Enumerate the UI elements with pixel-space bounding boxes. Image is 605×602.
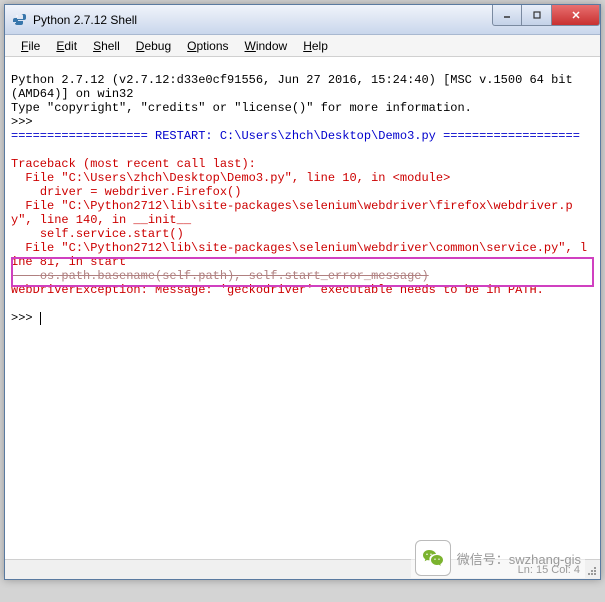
traceback-line: self.service.start() (11, 227, 594, 241)
maximize-button[interactable] (522, 5, 552, 26)
prompt-line: >>> (11, 311, 594, 325)
restart-line: =================== RESTART: C:\Users\zh… (11, 129, 594, 143)
python-icon (11, 12, 27, 28)
menubar: File Edit Shell Debug Options Window Hel… (5, 35, 600, 57)
banner-line: Type "copyright", "credits" or "license(… (11, 101, 594, 115)
minimize-button[interactable] (492, 5, 522, 26)
menu-file[interactable]: File (13, 37, 48, 55)
traceback-line: driver = webdriver.Firefox() (11, 185, 594, 199)
window-controls (492, 5, 600, 26)
banner-line: Python 2.7.12 (v2.7.12:d33e0cf91556, Jun… (11, 73, 594, 101)
menu-window[interactable]: Window (237, 37, 296, 55)
blank-line (11, 143, 594, 157)
menu-help[interactable]: Help (295, 37, 336, 55)
traceback-header: Traceback (most recent call last): (11, 157, 594, 171)
menu-edit[interactable]: Edit (48, 37, 85, 55)
close-button[interactable] (552, 5, 600, 26)
titlebar[interactable]: Python 2.7.12 Shell (5, 5, 600, 35)
window-title: Python 2.7.12 Shell (33, 13, 492, 27)
prompt-line: >>> (11, 115, 594, 129)
blank-line (11, 297, 594, 311)
menu-debug[interactable]: Debug (128, 37, 179, 55)
menu-options[interactable]: Options (179, 37, 236, 55)
exception-line: WebDriverException: Message: 'geckodrive… (11, 283, 594, 297)
python-shell-window: Python 2.7.12 Shell File Edit Shell Debu… (4, 4, 601, 580)
resize-grip-icon[interactable] (586, 565, 598, 577)
traceback-line-struck: os.path.basename(self.path), self.start_… (11, 269, 594, 283)
traceback-line: File "C:\Python2712\lib\site-packages\se… (11, 241, 594, 269)
traceback-line: File "C:\Users\zhch\Desktop\Demo3.py", l… (11, 171, 594, 185)
menu-shell[interactable]: Shell (85, 37, 128, 55)
watermark-text: 微信号：swzhang-gis (457, 549, 581, 568)
traceback-line: File "C:\Python2712\lib\site-packages\se… (11, 199, 594, 227)
shell-content[interactable]: Python 2.7.12 (v2.7.12:d33e0cf91556, Jun… (5, 57, 600, 559)
text-cursor (40, 312, 41, 325)
wechat-icon (415, 540, 451, 576)
watermark: 微信号：swzhang-gis (411, 538, 585, 578)
